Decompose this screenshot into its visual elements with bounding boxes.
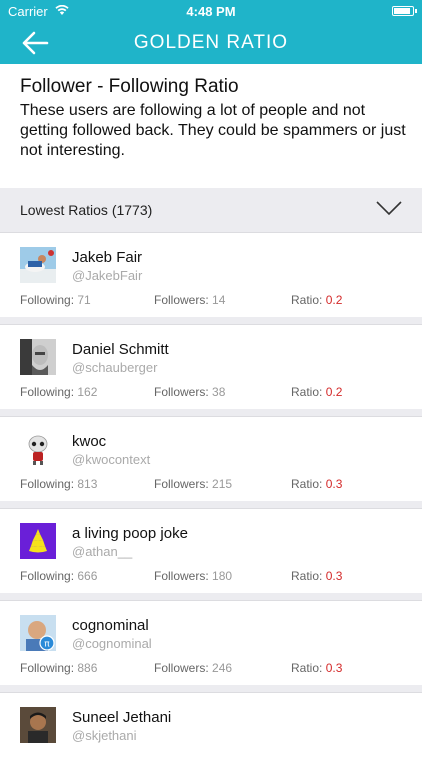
battery-icon <box>392 6 417 16</box>
svg-text:π: π <box>44 640 50 650</box>
following-label: Following: <box>20 477 75 491</box>
user-card[interactable]: kwoc @kwocontext Following: 813 Follower… <box>0 416 422 501</box>
following-count: 666 <box>77 569 98 583</box>
ratio-label: Ratio: <box>291 661 323 675</box>
chevron-down-icon[interactable] <box>376 200 402 216</box>
user-card[interactable]: Jakeb Fair @JakebFair Following: 71 Foll… <box>0 232 422 317</box>
user-card[interactable]: Suneel Jethani @skjethani <box>0 692 422 777</box>
user-handle: @schauberger <box>72 360 158 375</box>
ratio-label: Ratio: <box>291 293 323 307</box>
user-card[interactable]: Daniel Schmitt @schauberger Following: 1… <box>0 324 422 409</box>
status-bar: Carrier 4:48 PM <box>0 0 422 22</box>
following-stat: Following: 162 <box>20 385 97 399</box>
following-label: Following: <box>20 293 75 307</box>
ratio-stat: Ratio: 0.3 <box>291 569 342 583</box>
ratio-value: 0.3 <box>325 477 343 491</box>
user-name: Jakeb Fair <box>72 249 143 266</box>
ratio-value: 0.2 <box>325 293 343 307</box>
user-handle: @kwocontext <box>72 452 151 467</box>
followers-label: Followers: <box>154 661 209 675</box>
avatar <box>20 523 56 559</box>
avatar <box>20 431 56 467</box>
user-card[interactable]: π cognominal @cognominal Following: 886 … <box>0 600 422 685</box>
following-stat: Following: 71 <box>20 293 91 307</box>
user-name: Suneel Jethani <box>72 709 172 726</box>
nav-bar: GOLDEN RATIO <box>0 22 422 64</box>
section-title: Follower - Following Ratio <box>20 76 239 97</box>
following-count: 813 <box>77 477 98 491</box>
following-label: Following: <box>20 661 75 675</box>
followers-stat: Followers: 38 <box>154 385 225 399</box>
ratio-value: 0.3 <box>325 569 343 583</box>
following-stat: Following: 886 <box>20 661 97 675</box>
following-stat: Following: 666 <box>20 569 97 583</box>
user-handle: @skjethani <box>72 728 137 743</box>
followers-count: 215 <box>212 477 233 491</box>
followers-stat: Followers: 14 <box>154 293 225 307</box>
followers-count: 180 <box>212 569 233 583</box>
followers-count: 246 <box>212 661 233 675</box>
user-handle: @cognominal <box>72 636 152 651</box>
intro-section: Follower - Following Ratio These users a… <box>0 64 422 188</box>
followers-count: 14 <box>212 293 226 307</box>
clock: 4:48 PM <box>186 4 236 19</box>
user-name: kwoc <box>72 433 107 450</box>
avatar <box>20 339 56 375</box>
ratio-stat: Ratio: 0.3 <box>291 477 342 491</box>
ratio-stat: Ratio: 0.2 <box>291 385 342 399</box>
followers-count: 38 <box>212 385 226 399</box>
following-stat: Following: 813 <box>20 477 97 491</box>
user-handle: @JakebFair <box>72 268 143 283</box>
user-name: cognominal <box>72 617 149 634</box>
page-title: GOLDEN RATIO <box>133 32 289 53</box>
followers-stat: Followers: 215 <box>154 477 232 491</box>
followers-stat: Followers: 180 <box>154 569 232 583</box>
followers-stat: Followers: 246 <box>154 661 232 675</box>
sort-label: Lowest Ratios (1773) <box>20 202 153 218</box>
followers-label: Followers: <box>154 385 209 399</box>
followers-label: Followers: <box>154 569 209 583</box>
following-count: 162 <box>77 385 98 399</box>
ratio-stat: Ratio: 0.2 <box>291 293 342 307</box>
following-count: 886 <box>77 661 98 675</box>
ratio-value: 0.3 <box>325 661 343 675</box>
section-description: These users are following a lot of peopl… <box>20 102 406 159</box>
followers-label: Followers: <box>154 477 209 491</box>
following-count: 71 <box>77 293 91 307</box>
followers-label: Followers: <box>154 293 209 307</box>
user-name: Daniel Schmitt <box>72 341 169 358</box>
ratio-stat: Ratio: 0.3 <box>291 661 342 675</box>
avatar <box>20 247 56 283</box>
ratio-label: Ratio: <box>291 385 323 399</box>
ratio-value: 0.2 <box>325 385 343 399</box>
user-name: a living poop joke <box>72 525 188 542</box>
sort-dropdown[interactable]: Lowest Ratios (1773) <box>0 188 422 232</box>
user-card[interactable]: a living poop joke @athan__ Following: 6… <box>0 508 422 593</box>
avatar <box>20 707 56 743</box>
ratio-label: Ratio: <box>291 477 323 491</box>
following-label: Following: <box>20 569 75 583</box>
user-handle: @athan__ <box>72 544 133 559</box>
avatar: π <box>20 615 56 651</box>
following-label: Following: <box>20 385 75 399</box>
ratio-label: Ratio: <box>291 569 323 583</box>
